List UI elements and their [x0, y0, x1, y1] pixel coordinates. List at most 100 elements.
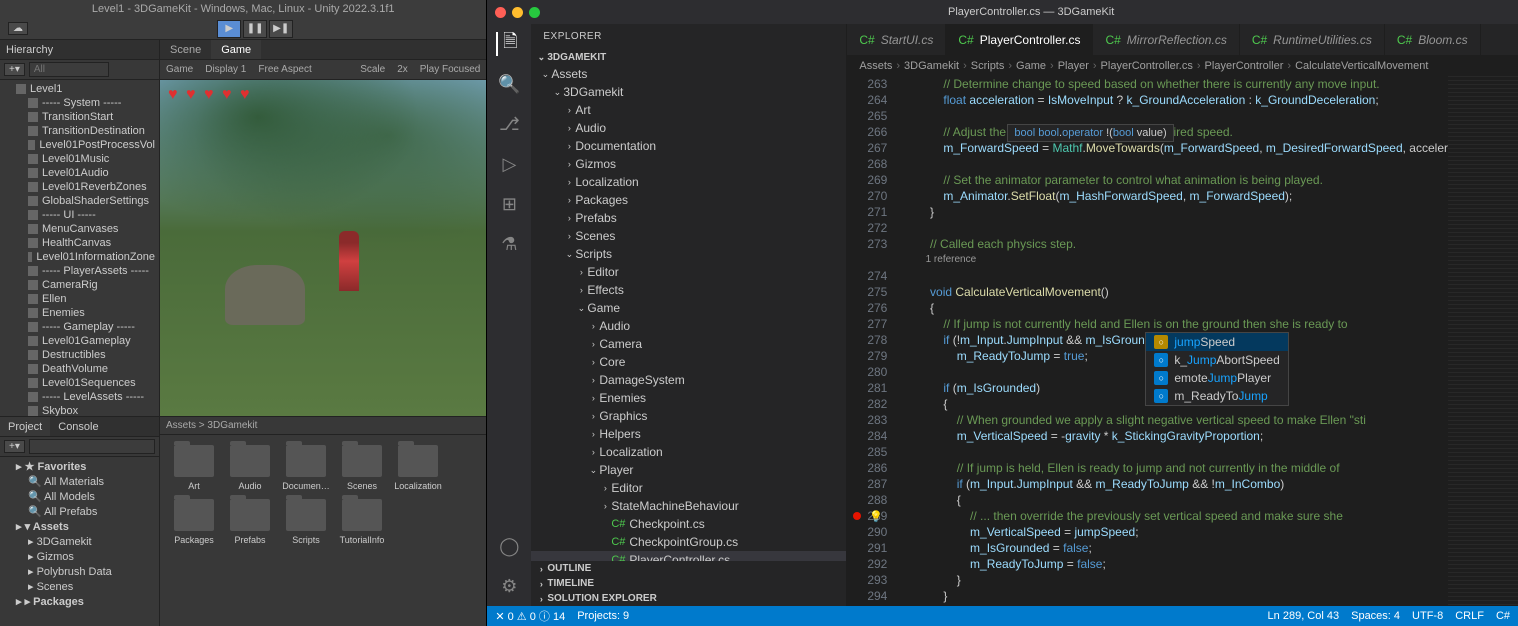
pause-button[interactable]: ❚❚	[243, 20, 267, 38]
intellisense-popup[interactable]: ○jumpSpeed○k_JumpAbortSpeed○emoteJumpPla…	[1145, 332, 1288, 406]
project-breadcrumb[interactable]: Assets > 3DGamekit	[160, 417, 486, 435]
explorer-icon[interactable]: 🗎	[496, 32, 520, 56]
status-encoding[interactable]: UTF-8	[1412, 610, 1443, 622]
folder-item[interactable]: ⌄3DGamekit	[531, 83, 846, 101]
hierarchy-item[interactable]: Level01InformationZone	[0, 250, 159, 264]
editor-tab[interactable]: C#MirrorReflection.cs	[1093, 24, 1239, 55]
breadcrumb-segment[interactable]: 3DGamekit	[904, 56, 959, 76]
folder-item[interactable]: ›Camera	[531, 335, 846, 353]
editor-tab[interactable]: C#StartUI.cs	[847, 24, 946, 55]
code-line[interactable]: }	[903, 204, 1448, 220]
code-content[interactable]: bool bool.operator !(bool value) ○jumpSp…	[903, 76, 1448, 606]
window-maximize-button[interactable]	[529, 7, 540, 18]
folder-item[interactable]: ›Documentation	[531, 137, 846, 155]
folder-item[interactable]: ›Localization	[531, 173, 846, 191]
folder-item[interactable]: Audio	[226, 445, 274, 491]
status-position[interactable]: Ln 289, Col 43	[1268, 610, 1340, 622]
folder-item[interactable]: TutorialInfo	[338, 499, 386, 545]
hierarchy-item[interactable]: Destructibles	[0, 348, 159, 362]
code-line[interactable]: m_Animator.SetFloat(m_HashForwardSpeed, …	[903, 188, 1448, 204]
breadcrumb-segment[interactable]: Assets	[859, 56, 892, 76]
folder-item[interactable]: ›Audio	[531, 317, 846, 335]
aspect-dropdown[interactable]: Free Aspect	[258, 64, 311, 75]
project-tree-item[interactable]: 🔍 All Prefabs	[0, 504, 159, 519]
create-button[interactable]: +▾	[4, 63, 25, 76]
breakpoint-icon[interactable]	[853, 512, 861, 520]
folder-item[interactable]: Scenes	[338, 445, 386, 491]
outline-section[interactable]: ›OUTLINE	[531, 561, 846, 576]
code-line[interactable]: // ... then override the previously set …	[903, 508, 1448, 524]
code-line[interactable]: m_VerticalSpeed = -gravity * k_StickingG…	[903, 428, 1448, 444]
play-button[interactable]: ▶	[217, 20, 241, 38]
project-tree-item[interactable]: ▸ 3DGamekit	[0, 534, 159, 549]
code-line[interactable]	[903, 220, 1448, 236]
hierarchy-item[interactable]: DeathVolume	[0, 362, 159, 376]
account-dropdown[interactable]: ☁	[8, 22, 28, 35]
folder-item[interactable]: ›Effects	[531, 281, 846, 299]
code-line[interactable]: // If jump is not currently held and Ell…	[903, 316, 1448, 332]
hierarchy-item[interactable]: ----- UI -----	[0, 208, 159, 222]
hierarchy-item[interactable]: CameraRig	[0, 278, 159, 292]
hierarchy-item[interactable]: Level01Sequences	[0, 376, 159, 390]
folder-item[interactable]: ⌄Game	[531, 299, 846, 317]
folder-item[interactable]: ›Helpers	[531, 425, 846, 443]
hierarchy-item[interactable]: Level01Audio	[0, 166, 159, 180]
project-tree-item[interactable]: 🔍 All Models	[0, 489, 159, 504]
editor-tab[interactable]: C#PlayerController.cs	[946, 24, 1093, 55]
codelens[interactable]: 1 reference	[903, 252, 1448, 268]
game-dropdown[interactable]: Game	[166, 64, 193, 75]
hierarchy-item[interactable]: GlobalShaderSettings	[0, 194, 159, 208]
folder-item[interactable]: ›Prefabs	[531, 209, 846, 227]
code-line[interactable]: {	[903, 492, 1448, 508]
scale-value[interactable]: 2x	[397, 64, 408, 75]
file-item[interactable]: C#Checkpoint.cs	[531, 515, 846, 533]
code-line[interactable]: // Set the animator parameter to control…	[903, 172, 1448, 188]
status-errors[interactable]: ✕ 0 ⚠ 0 ⓘ 14	[495, 608, 565, 624]
hierarchy-item[interactable]: Level1	[0, 82, 159, 96]
code-line[interactable]: m_VerticalSpeed = jumpSpeed;	[903, 524, 1448, 540]
editor-breadcrumb[interactable]: Assets›3DGamekit›Scripts›Game›Player›Pla…	[847, 56, 1518, 76]
folder-item[interactable]: ›Packages	[531, 191, 846, 209]
code-line[interactable]: // Adjust the forward speed towards the …	[903, 124, 1448, 140]
folder-item[interactable]: ›Enemies	[531, 389, 846, 407]
project-tree-item[interactable]: ▸ ▾ Assets	[0, 519, 159, 534]
solution-section[interactable]: ›SOLUTION EXPLORER	[531, 591, 846, 606]
source-control-icon[interactable]: ⎇	[497, 112, 521, 136]
breadcrumb-segment[interactable]: PlayerController	[1205, 56, 1284, 76]
folder-item[interactable]: ›Art	[531, 101, 846, 119]
code-line[interactable]	[903, 444, 1448, 460]
hierarchy-item[interactable]: TransitionStart	[0, 110, 159, 124]
project-tree-item[interactable]: ▸ Gizmos	[0, 549, 159, 564]
folder-item[interactable]: ›Editor	[531, 479, 846, 497]
code-line[interactable]: m_IsGrounded = false;	[903, 540, 1448, 556]
hierarchy-item[interactable]: Level01Gameplay	[0, 334, 159, 348]
play-focused-dropdown[interactable]: Play Focused	[420, 64, 481, 75]
code-line[interactable]	[903, 108, 1448, 124]
folder-item[interactable]: ›Editor	[531, 263, 846, 281]
code-line[interactable]	[903, 156, 1448, 172]
scene-tab[interactable]: Scene	[160, 40, 211, 59]
hierarchy-item[interactable]: Skybox	[0, 404, 159, 416]
code-line[interactable]: {	[903, 300, 1448, 316]
game-viewport[interactable]: ♥ ♥ ♥ ♥ ♥	[160, 80, 486, 416]
code-line[interactable]: }	[903, 572, 1448, 588]
window-close-button[interactable]	[495, 7, 506, 18]
code-area[interactable]: 2632642652662672682692702712722732742752…	[847, 76, 1518, 606]
window-minimize-button[interactable]	[512, 7, 523, 18]
breadcrumb-segment[interactable]: Scripts	[971, 56, 1005, 76]
status-projects[interactable]: Projects: 9	[577, 610, 629, 622]
code-line[interactable]: else	[903, 604, 1448, 606]
folder-item[interactable]: ⌄Assets	[531, 65, 846, 83]
create-asset-button[interactable]: +▾	[4, 440, 25, 453]
status-lang[interactable]: C#	[1496, 610, 1510, 622]
console-tab[interactable]: Console	[50, 417, 106, 436]
file-item[interactable]: C#PlayerController.cs	[531, 551, 846, 561]
timeline-section[interactable]: ›TIMELINE	[531, 576, 846, 591]
folder-item[interactable]: ⌄Scripts	[531, 245, 846, 263]
hierarchy-item[interactable]: Ellen	[0, 292, 159, 306]
intellisense-item[interactable]: ○m_ReadyToJump	[1146, 387, 1287, 405]
folder-item[interactable]: Prefabs	[226, 499, 274, 545]
extensions-icon[interactable]: ⊞	[497, 192, 521, 216]
lightbulb-icon[interactable]: 💡	[869, 509, 883, 525]
hierarchy-item[interactable]: HealthCanvas	[0, 236, 159, 250]
